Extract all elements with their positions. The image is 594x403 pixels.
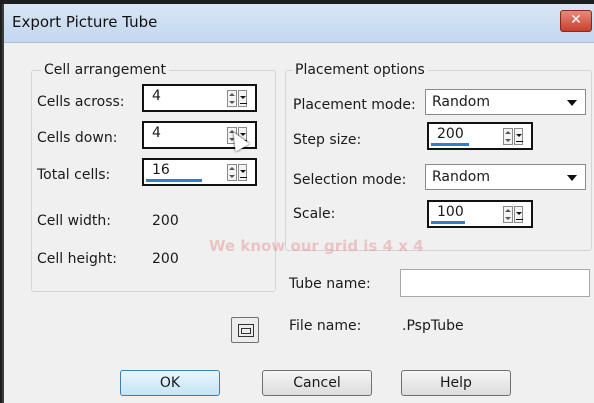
cells-across-label: Cells across: bbox=[37, 94, 125, 110]
scale-spinner[interactable]: 100 bbox=[427, 200, 533, 228]
placement-options-legend: Placement options bbox=[292, 62, 428, 78]
slider-dropdown-icon[interactable] bbox=[237, 164, 247, 181]
total-cells-progress bbox=[146, 179, 202, 182]
scale-value: 100 bbox=[437, 204, 464, 220]
export-picture-tube-dialog: Export Picture Tube ✕ Cell arrangement C… bbox=[2, 4, 594, 403]
cell-width-label: Cell width: bbox=[37, 213, 111, 229]
cancel-button[interactable]: Cancel bbox=[262, 370, 372, 396]
spin-arrows-icon[interactable] bbox=[503, 206, 513, 223]
cell-height-value: 200 bbox=[152, 251, 179, 267]
tube-name-input[interactable] bbox=[400, 269, 590, 297]
tube-name-label: Tube name: bbox=[289, 276, 371, 292]
selection-mode-label: Selection mode: bbox=[293, 172, 407, 188]
close-button[interactable]: ✕ bbox=[560, 10, 592, 32]
browse-folder-button[interactable] bbox=[231, 317, 259, 343]
file-name-label: File name: bbox=[289, 318, 362, 334]
chevron-down-icon bbox=[567, 100, 577, 106]
spin-arrows-icon[interactable] bbox=[227, 164, 237, 181]
step-size-spinner[interactable]: 200 bbox=[427, 122, 533, 150]
help-button[interactable]: Help bbox=[401, 370, 511, 396]
cells-across-spinner[interactable]: 4 bbox=[142, 84, 257, 112]
cell-width-value: 200 bbox=[152, 213, 179, 229]
step-size-value: 200 bbox=[437, 126, 464, 142]
total-cells-spinner[interactable]: 16 bbox=[142, 158, 257, 186]
total-cells-value: 16 bbox=[152, 162, 170, 178]
cells-across-value: 4 bbox=[152, 88, 161, 104]
close-icon: ✕ bbox=[570, 12, 582, 28]
selection-mode-select[interactable]: Random bbox=[425, 164, 586, 190]
step-size-label: Step size: bbox=[293, 132, 362, 148]
folder-icon bbox=[238, 324, 254, 337]
slider-dropdown-icon[interactable] bbox=[237, 90, 247, 107]
file-name-value: .PspTube bbox=[402, 318, 464, 334]
title-bar: Export Picture Tube ✕ bbox=[4, 4, 594, 43]
placement-mode-select[interactable]: Random bbox=[425, 89, 586, 115]
slider-dropdown-icon[interactable] bbox=[513, 128, 523, 145]
cells-down-value: 4 bbox=[152, 125, 161, 141]
step-size-progress bbox=[431, 143, 469, 146]
ok-button[interactable]: OK bbox=[120, 370, 220, 396]
cell-arrangement-legend: Cell arrangement bbox=[41, 62, 170, 78]
selection-mode-value: Random bbox=[432, 169, 490, 185]
chevron-down-icon bbox=[567, 175, 577, 181]
cells-down-label: Cells down: bbox=[37, 130, 118, 146]
placement-mode-label: Placement mode: bbox=[293, 97, 416, 113]
overlay-caption: We know our grid is 4 x 4 bbox=[209, 237, 424, 255]
scale-progress bbox=[431, 221, 465, 224]
window-title: Export Picture Tube bbox=[12, 13, 158, 31]
placement-mode-value: Random bbox=[432, 94, 490, 110]
slider-dropdown-icon[interactable] bbox=[513, 206, 523, 223]
scale-label: Scale: bbox=[293, 206, 336, 222]
spin-arrows-icon[interactable] bbox=[503, 128, 513, 145]
total-cells-label: Total cells: bbox=[37, 167, 111, 183]
cell-height-label: Cell height: bbox=[37, 251, 117, 267]
spin-arrows-icon[interactable] bbox=[227, 90, 237, 107]
